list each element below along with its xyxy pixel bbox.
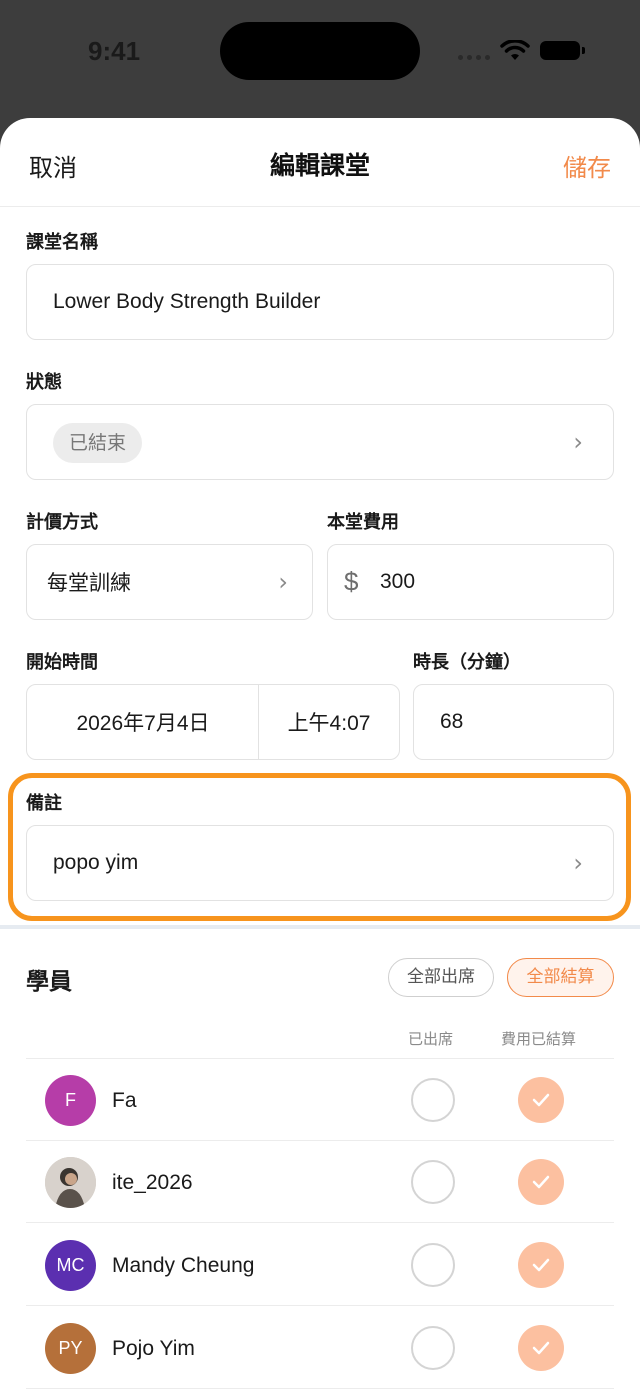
start-time-label: 開始時間	[26, 652, 98, 673]
status-label: 狀態	[26, 372, 62, 393]
dynamic-island	[220, 22, 420, 80]
notes-label: 備註	[26, 793, 62, 814]
chevron-right-icon: ›	[573, 428, 583, 456]
start-time-field[interactable]: 上午4:07	[258, 684, 400, 760]
start-date-value: 2026年7月4日	[76, 712, 210, 735]
check-icon	[532, 1175, 550, 1189]
pricing-label: 計價方式	[26, 512, 98, 533]
chevron-right-icon: ›	[573, 849, 583, 877]
check-icon	[532, 1093, 550, 1107]
settled-checkbox[interactable]	[518, 1077, 564, 1123]
row-divider	[26, 1140, 614, 1141]
check-icon	[532, 1258, 550, 1272]
settled-column-header: 費用已結算	[501, 1030, 577, 1048]
class-name-label: 課堂名稱	[26, 232, 98, 253]
settled-checkbox[interactable]	[518, 1325, 564, 1371]
fee-value: 300	[380, 570, 416, 593]
signal-icon	[458, 55, 492, 61]
status-bar: 9:41	[0, 0, 640, 118]
students-title: 學員	[26, 969, 72, 995]
settled-checkbox[interactable]	[518, 1159, 564, 1205]
row-divider	[26, 1388, 614, 1389]
attended-column-header: 已出席	[408, 1030, 454, 1048]
fee-label: 本堂費用	[327, 512, 399, 533]
notes-field[interactable]: popo yim ›	[26, 825, 614, 901]
avatar: MC	[45, 1240, 96, 1291]
attended-checkbox[interactable]	[411, 1243, 455, 1287]
settle-all-button[interactable]: 全部結算	[507, 958, 614, 997]
check-icon	[532, 1341, 550, 1355]
battery-icon	[540, 41, 585, 60]
duration-label: 時長（分鐘）	[413, 652, 521, 673]
avatar: PY	[45, 1323, 96, 1374]
student-name: ite_2026	[112, 1171, 193, 1194]
row-divider	[26, 1222, 614, 1223]
student-name: Mandy Cheung	[112, 1254, 255, 1277]
row-divider	[26, 1058, 614, 1059]
attended-checkbox[interactable]	[411, 1078, 455, 1122]
class-name-value: Lower Body Strength Builder	[53, 290, 321, 313]
dollar-icon: $	[344, 566, 359, 597]
wifi-icon	[500, 40, 530, 60]
sheet-header: 取消 編輯課堂 儲存	[0, 118, 640, 207]
mark-all-attended-button[interactable]: 全部出席	[388, 958, 494, 997]
status-select[interactable]: 已結束 ›	[26, 404, 614, 480]
page-title: 編輯課堂	[269, 151, 370, 180]
avatar: F	[45, 1075, 96, 1126]
edit-class-sheet: 取消 編輯課堂 儲存 課堂名稱 Lower Body Strength Buil…	[0, 118, 640, 1391]
start-time-value: 上午4:07	[287, 712, 371, 735]
fee-field[interactable]: $ 300	[327, 544, 614, 620]
avatar	[45, 1157, 96, 1208]
pricing-select[interactable]: 每堂訓練 ›	[26, 544, 313, 620]
status-time: 9:41	[88, 36, 141, 66]
status-badge: 已結束	[53, 423, 143, 463]
notes-value: popo yim	[53, 851, 139, 874]
chevron-right-icon: ›	[278, 568, 288, 596]
attended-checkbox[interactable]	[411, 1160, 455, 1204]
student-name: Pojo Yim	[112, 1337, 195, 1360]
row-divider	[26, 1305, 614, 1306]
avatar-photo	[45, 1157, 96, 1208]
pricing-value: 每堂訓練	[47, 572, 131, 595]
student-name: Fa	[112, 1089, 137, 1112]
attended-checkbox[interactable]	[411, 1326, 455, 1370]
duration-value: 68	[440, 710, 464, 733]
class-name-field[interactable]: Lower Body Strength Builder	[26, 264, 614, 340]
duration-field[interactable]: 68	[413, 684, 614, 760]
start-date-field[interactable]: 2026年7月4日	[26, 684, 260, 760]
settled-checkbox[interactable]	[518, 1242, 564, 1288]
section-divider	[0, 925, 640, 929]
save-button[interactable]: 儲存	[563, 148, 611, 183]
